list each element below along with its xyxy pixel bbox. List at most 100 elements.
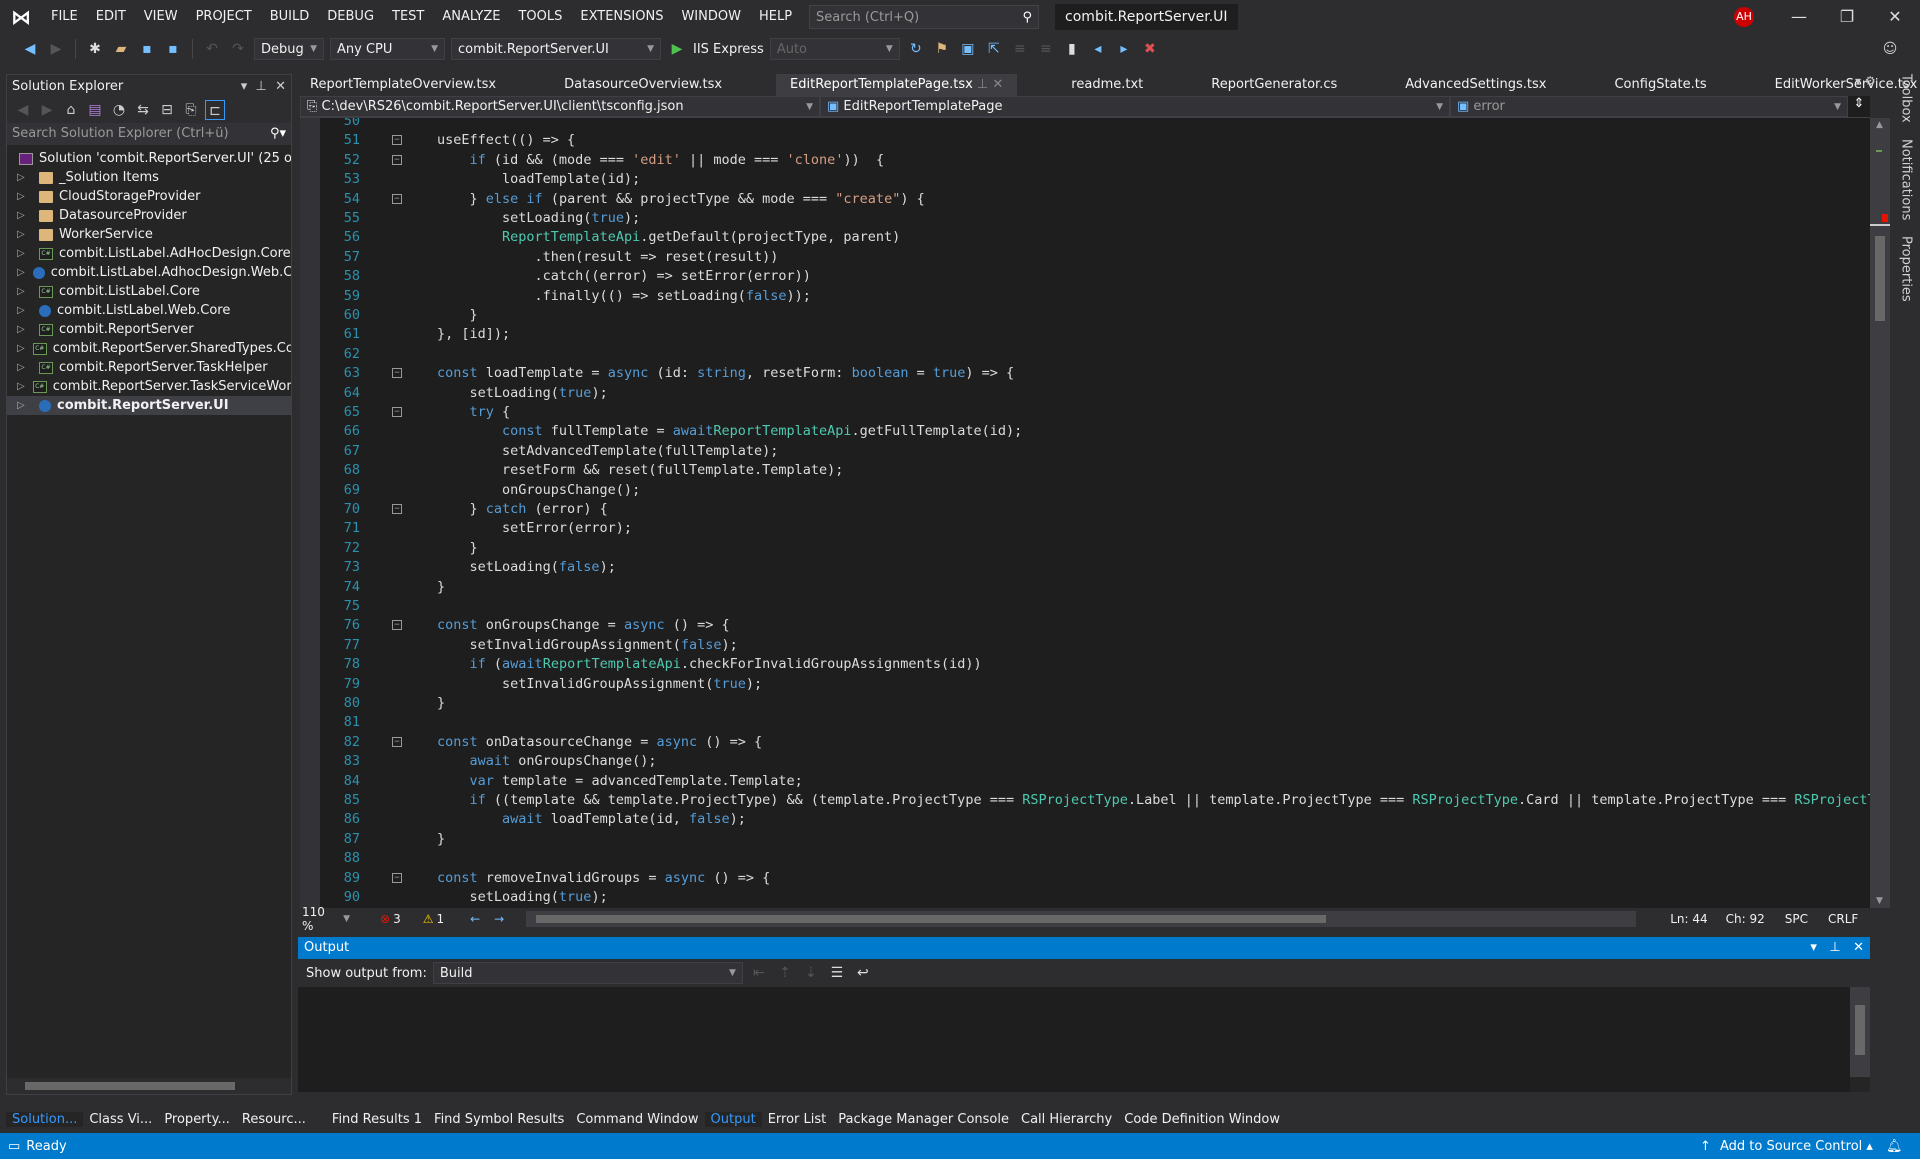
panel-menu-icon[interactable]: ▾	[1810, 940, 1817, 955]
menu-analyze[interactable]: Analyze	[433, 0, 509, 34]
menu-view[interactable]: View	[135, 0, 187, 34]
tree-item[interactable]: ▷ C# combit.ReportServer.SharedTypes.Core	[7, 339, 291, 358]
member-nav-select[interactable]: ▣ error ▼	[1450, 96, 1848, 117]
tool-tab[interactable]: Command Window	[570, 1112, 704, 1127]
tree-item[interactable]: ▷ combit.ReportServer.UI	[7, 396, 291, 415]
sync-icon[interactable]: ⇆	[133, 100, 153, 120]
output-scrollbar[interactable]	[1850, 987, 1870, 1077]
scrollbar-thumb[interactable]	[1875, 236, 1885, 321]
new-project-icon[interactable]: ✱	[85, 39, 105, 59]
tree-item[interactable]: ▷ C# combit.ReportServer	[7, 320, 291, 339]
error-icon[interactable]: ⊗	[380, 912, 390, 926]
fold-toggle-icon[interactable]: −	[392, 407, 402, 417]
document-tab[interactable]: ConfigState.ts	[1600, 74, 1720, 96]
warning-count[interactable]: 1	[436, 912, 444, 926]
menu-project[interactable]: Project	[187, 0, 261, 34]
save-icon[interactable]: ▪	[137, 39, 157, 59]
fold-toggle-icon[interactable]: −	[392, 872, 402, 883]
tree-item[interactable]: ▷ C# combit.ReportServer.TaskHelper	[7, 358, 291, 377]
scrollbar-thumb[interactable]	[536, 915, 1327, 923]
tool-tab[interactable]: Find Symbol Results	[428, 1112, 570, 1127]
solution-explorer-search[interactable]: Search Solution Explorer (Ctrl+ü) ⚲▾	[7, 123, 291, 145]
document-tab[interactable]: DatasourceOverview.tsx	[550, 74, 736, 96]
expand-arrow-icon[interactable]: ▷	[17, 248, 31, 259]
run-target-button[interactable]: IIS Express	[693, 42, 764, 57]
platform-select[interactable]: Any CPU ▼	[330, 38, 445, 60]
output-text-area[interactable]	[298, 987, 1850, 1092]
menu-extensions[interactable]: Extensions	[571, 0, 672, 34]
close-button[interactable]: ✕	[1872, 0, 1918, 34]
side-tab-properties[interactable]: Properties	[1899, 236, 1914, 302]
run-icon[interactable]: ▶	[667, 39, 687, 59]
expand-arrow-icon[interactable]: ▷	[17, 229, 31, 240]
pin-icon[interactable]: ⊥	[256, 79, 267, 94]
tab-pin-close-icon[interactable]: ⊥ ✕	[973, 77, 1003, 92]
feedback-icon[interactable]: ☺	[1880, 39, 1900, 59]
startup-project-select[interactable]: combit.ReportServer.UI ▼	[451, 38, 661, 60]
warning-icon[interactable]: ⚠	[423, 912, 434, 926]
tool-tab[interactable]: Output	[704, 1111, 762, 1127]
refresh-icon[interactable]: ↻	[906, 39, 926, 59]
tool-tab[interactable]: Code Definition Window	[1118, 1112, 1286, 1127]
fold-toggle-icon[interactable]: −	[392, 368, 402, 379]
expand-arrow-icon[interactable]: ▷	[17, 362, 31, 373]
pin-icon[interactable]: ⊥	[1829, 940, 1840, 955]
expand-arrow-icon[interactable]: ▷	[17, 324, 31, 335]
tree-item[interactable]: ▷ C# combit.ListLabel.AdHocDesign.Core	[7, 244, 291, 263]
notifications-bell-icon[interactable]: 🔔︎	[1886, 1139, 1903, 1154]
uncomment-icon[interactable]: ≡	[1036, 39, 1056, 59]
expand-arrow-icon[interactable]: ▷	[17, 191, 31, 202]
scrollbar-thumb[interactable]	[1855, 1005, 1865, 1055]
menu-tools[interactable]: Tools	[509, 0, 571, 34]
tree-item[interactable]: ▷ C# combit.ListLabel.Core	[7, 282, 291, 301]
menu-debug[interactable]: Debug	[318, 0, 383, 34]
word-wrap-icon[interactable]: ↩	[853, 963, 873, 983]
navigate-forward-icon[interactable]: ▶	[46, 39, 66, 59]
fold-toggle-icon[interactable]: −	[392, 736, 402, 747]
tab-list-icon[interactable]: ▾	[1855, 74, 1861, 88]
document-tab[interactable]: ReportTemplateOverview.tsx	[296, 74, 510, 96]
settings-gear-icon[interactable]: ⚙	[1865, 74, 1876, 88]
scroll-down-icon[interactable]: ▼	[1876, 896, 1883, 906]
tree-item[interactable]: ▷ CloudStorageProvider	[7, 187, 291, 206]
tree-item[interactable]: ▷ C# combit.ReportServer.TaskServiceWorker	[7, 377, 291, 396]
fold-toggle-icon[interactable]: −	[392, 193, 402, 204]
fold-toggle-icon[interactable]: −	[392, 620, 402, 631]
panel-menu-icon[interactable]: ▾	[241, 79, 248, 94]
go-to-line-icon[interactable]: ⇤	[749, 963, 769, 983]
tree-item[interactable]: ▷ _Solution Items	[7, 168, 291, 187]
expand-arrow-icon[interactable]: ▷	[17, 286, 31, 297]
menu-file[interactable]: File	[42, 0, 87, 34]
close-panel-icon[interactable]: ✕	[275, 79, 286, 94]
navigate-back-icon[interactable]: ◀	[20, 39, 40, 59]
zoom-select[interactable]: 110 % ▼	[296, 905, 356, 933]
expand-arrow-icon[interactable]: ▷	[17, 210, 31, 221]
fold-toggle-icon[interactable]: −	[392, 135, 402, 146]
document-tab[interactable]: readme.txt	[1057, 74, 1157, 96]
browser-select[interactable]: Auto ▼	[769, 38, 900, 60]
expand-arrow-icon[interactable]: ▷	[17, 305, 31, 316]
tool-tab[interactable]: Package Manager Console	[832, 1112, 1015, 1127]
project-nav-select[interactable]: ⎘ C:\dev\RS26\combit.ReportServer.UI\cli…	[300, 96, 820, 117]
expand-arrow-icon[interactable]: ▷	[17, 343, 25, 354]
indent-mode[interactable]: SPC	[1785, 912, 1808, 926]
document-tab[interactable]: EditReportTemplatePage.tsx ⊥ ✕	[776, 74, 1018, 96]
error-count[interactable]: 3	[393, 912, 401, 926]
side-tab-notifications[interactable]: Notifications	[1899, 139, 1914, 220]
tool-tab[interactable]: Property...	[158, 1112, 236, 1127]
restore-button[interactable]: ❐	[1824, 0, 1870, 34]
tree-item[interactable]: ▷ WorkerService	[7, 225, 291, 244]
expand-arrow-icon[interactable]: ▷	[17, 400, 31, 411]
open-file-icon[interactable]: ▰	[111, 39, 131, 59]
split-editor-icon[interactable]: ⇕	[1848, 96, 1870, 117]
previous-bookmark-icon[interactable]: ◂	[1088, 39, 1108, 59]
menu-edit[interactable]: Edit	[87, 0, 135, 34]
preview-icon[interactable]: ⊏	[205, 100, 225, 120]
close-panel-icon[interactable]: ✕	[1853, 940, 1864, 955]
undo-icon[interactable]: ↶	[202, 39, 222, 59]
tool-tab[interactable]: Resourc...	[236, 1112, 312, 1127]
configuration-select[interactable]: Debug ▼	[254, 38, 324, 60]
fold-toggle-icon[interactable]: −	[392, 154, 402, 165]
output-source-select[interactable]: Build ▼	[432, 962, 743, 984]
tree-item[interactable]: ▷ DatasourceProvider	[7, 206, 291, 225]
